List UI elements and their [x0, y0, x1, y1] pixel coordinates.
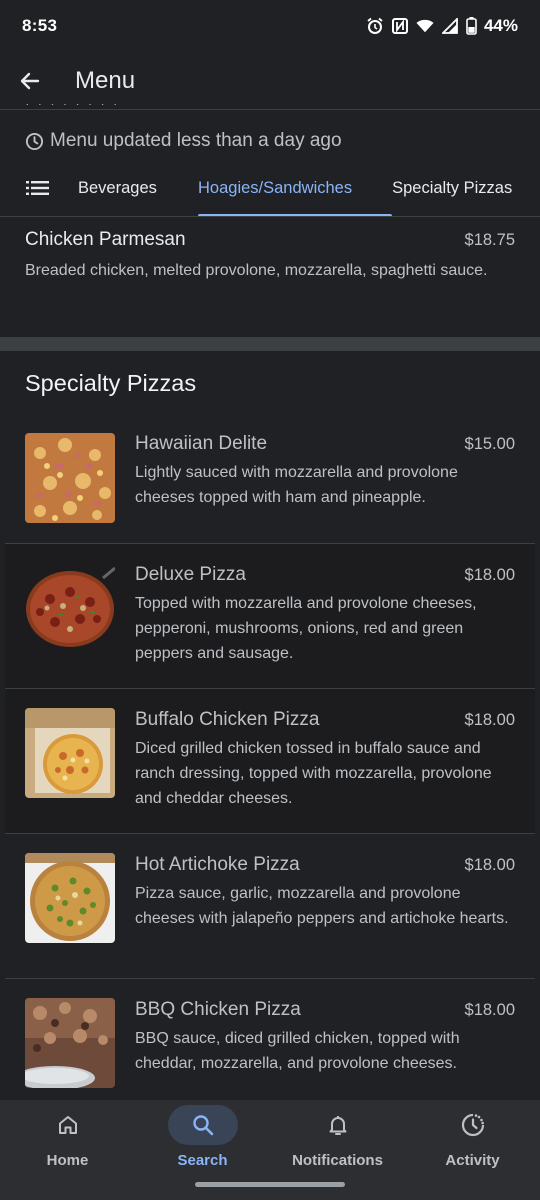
item-description: Diced grilled chicken tossed in buffalo … [135, 740, 492, 807]
item-price: $18.00 [464, 1001, 515, 1019]
item-name: Deluxe Pizza [135, 564, 246, 585]
status-bar: 8:53 44% [0, 0, 540, 52]
category-list-button[interactable] [0, 160, 78, 216]
menu-item-chicken-parmesan[interactable]: Chicken Parmesan $18.75 Breaded chicken,… [0, 218, 540, 336]
menu-item-hawaiian-delite[interactable]: Hawaiian Delite $15.00 Lightly sauced wi… [5, 418, 535, 544]
item-price: $18.75 [464, 231, 515, 249]
bell-icon [329, 1116, 346, 1135]
app-bar: Menu [0, 52, 540, 110]
item-name: BBQ Chicken Pizza [135, 999, 301, 1020]
nav-notifications-pill [303, 1105, 373, 1145]
hawaiian-pizza-photo [25, 433, 115, 523]
item-description: Topped with mozzarella and provolone che… [135, 595, 477, 662]
item-name: Buffalo Chicken Pizza [135, 709, 320, 730]
home-icon [58, 1116, 77, 1134]
nav-home-pill [33, 1105, 103, 1145]
nav-search-label: Search [177, 1152, 228, 1169]
menu-updated-row: Menu updated less than a day ago [25, 130, 342, 152]
menu-item-hot-artichoke-pizza[interactable]: Hot Artichoke Pizza $18.00 Pizza sauce, … [5, 834, 535, 979]
nfc-icon [391, 17, 409, 35]
search-icon [192, 1115, 213, 1136]
item-price: $18.00 [464, 711, 515, 729]
item-description: BBQ sauce, diced grilled chicken, topped… [135, 1030, 460, 1072]
nav-search-pill [167, 1105, 238, 1145]
item-price: $18.00 [464, 856, 515, 874]
signal-icon [441, 17, 459, 35]
deluxe-pizza-photo [25, 564, 115, 654]
hot-artichoke-pizza-photo [25, 853, 115, 943]
tab-beverages[interactable]: Beverages [78, 160, 198, 216]
bbq-chicken-pizza-photo [25, 998, 115, 1088]
item-price: $15.00 [464, 435, 515, 453]
battery-percent: 44% [483, 16, 518, 35]
item-price: $18.00 [464, 566, 515, 584]
clock-icon [25, 132, 44, 150]
list-icon [26, 181, 49, 195]
nav-activity[interactable]: Activity [405, 1100, 540, 1200]
status-time: 8:53 [22, 16, 58, 35]
arrow-back-icon [20, 72, 40, 89]
activity-icon [461, 1113, 484, 1137]
wifi-icon [416, 17, 434, 35]
tab-hoagies-sandwiches[interactable]: Hoagies/Sandwiches [198, 160, 393, 216]
tab-specialty-pizzas[interactable]: Specialty Pizzas [392, 160, 512, 216]
gesture-handle[interactable] [195, 1182, 345, 1187]
page-title: Menu [75, 66, 136, 94]
battery-icon [466, 17, 477, 35]
nav-home-label: Home [46, 1152, 89, 1169]
item-description: Lightly sauced with mozzarella and provo… [135, 464, 458, 506]
nav-activity-label: Activity [445, 1152, 500, 1169]
nav-home[interactable]: Home [0, 1100, 135, 1200]
section-divider [0, 337, 540, 351]
menu-item-deluxe-pizza[interactable]: Deluxe Pizza $18.00 Topped with mozzarel… [5, 544, 535, 689]
section-title: Specialty Pizzas [25, 370, 197, 396]
buffalo-chicken-pizza-photo [25, 708, 115, 798]
item-text: Hot Artichoke Pizza $18.00 Pizza sauce, … [135, 854, 515, 931]
menu-item-buffalo-chicken-pizza[interactable]: Buffalo Chicken Pizza $18.00 Diced grill… [5, 689, 535, 834]
item-text: Deluxe Pizza $18.00 Topped with mozzarel… [135, 564, 515, 666]
item-text: Hawaiian Delite $15.00 Lightly sauced wi… [135, 433, 515, 510]
item-name: Hawaiian Delite [135, 433, 268, 454]
item-name: Chicken Parmesan [25, 229, 186, 250]
clipped-content: · · · · · · · · [25, 104, 485, 112]
menu-item-bbq-chicken-pizza[interactable]: BBQ Chicken Pizza $18.00 BBQ sauce, dice… [5, 979, 535, 1104]
nav-notifications-label: Notifications [292, 1152, 383, 1169]
item-text: Buffalo Chicken Pizza $18.00 Diced grill… [135, 709, 515, 811]
back-button[interactable] [0, 52, 60, 110]
item-description: Breaded chicken, melted provolone, mozza… [25, 262, 488, 279]
item-text: BBQ Chicken Pizza $18.00 BBQ sauce, dice… [135, 999, 515, 1076]
item-name: Hot Artichoke Pizza [135, 854, 300, 875]
alarm-icon [366, 17, 384, 35]
category-tabs: Beverages Hoagies/Sandwiches Specialty P… [0, 160, 540, 217]
screen: 8:53 44% Menu · · · · · · · · [0, 0, 540, 1200]
status-icons: 44% [366, 16, 518, 36]
nav-activity-pill [438, 1105, 508, 1145]
menu-updated-text: Menu updated less than a day ago [50, 130, 342, 151]
item-description: Pizza sauce, garlic, mozzarella and prov… [135, 885, 509, 927]
